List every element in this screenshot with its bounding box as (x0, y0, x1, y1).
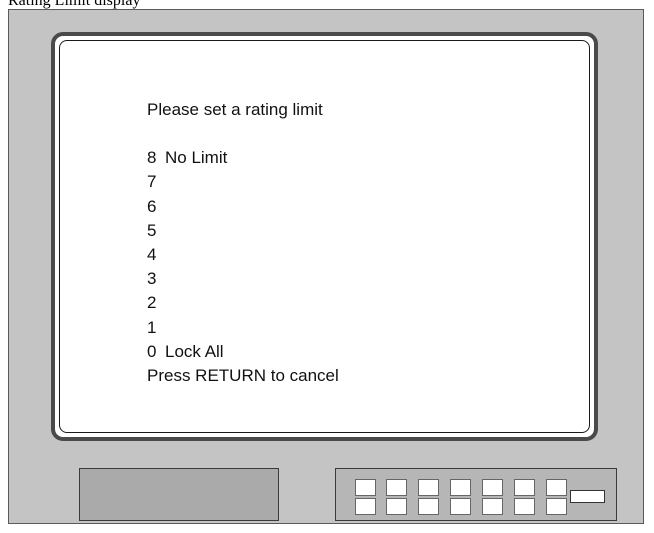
option-number: 0 (147, 341, 157, 361)
option-number: 4 (147, 245, 157, 265)
control-key[interactable] (514, 498, 535, 515)
control-key[interactable] (450, 498, 471, 515)
screen-bezel: Please set a rating limit 8 No Limit 7 6 … (51, 32, 598, 441)
control-key[interactable] (355, 479, 376, 496)
option-5[interactable]: 5 (147, 219, 339, 243)
control-key[interactable] (418, 479, 439, 496)
option-number: 3 (147, 269, 157, 289)
option-3[interactable]: 3 (147, 267, 339, 291)
control-key[interactable] (355, 498, 376, 515)
option-6[interactable]: 6 (147, 195, 339, 219)
option-7[interactable]: 7 (147, 170, 339, 194)
cancel-hint: Press RETURN to cancel (147, 366, 339, 386)
option-2[interactable]: 2 (147, 291, 339, 315)
control-key[interactable] (546, 498, 567, 515)
indicator-window (570, 490, 605, 503)
option-label: Lock All (165, 341, 224, 361)
option-number: 5 (147, 220, 157, 240)
tv-screen: Please set a rating limit 8 No Limit 7 6 … (59, 40, 590, 433)
option-number: 6 (147, 196, 157, 216)
control-key[interactable] (482, 498, 503, 515)
option-4[interactable]: 4 (147, 243, 339, 267)
control-key[interactable] (450, 479, 471, 496)
control-panel (335, 468, 617, 521)
control-key[interactable] (514, 479, 535, 496)
menu-title: Please set a rating limit (147, 100, 323, 119)
control-key[interactable] (418, 498, 439, 515)
tv-set: Please set a rating limit 8 No Limit 7 6 … (8, 9, 644, 524)
control-key[interactable] (386, 479, 407, 496)
control-key[interactable] (482, 479, 503, 496)
option-number: 1 (147, 317, 157, 337)
option-number: 7 (147, 172, 157, 192)
control-key[interactable] (386, 498, 407, 515)
option-8[interactable]: 8 No Limit (147, 146, 339, 170)
option-0[interactable]: 0 Lock All (147, 340, 339, 364)
control-key[interactable] (546, 479, 567, 496)
option-number: 8 (147, 148, 157, 168)
option-number: 2 (147, 293, 157, 313)
rating-limit-menu: Please set a rating limit 8 No Limit 7 6 … (147, 98, 339, 388)
option-label: No Limit (165, 148, 228, 168)
speaker-panel (79, 468, 279, 521)
option-1[interactable]: 1 (147, 316, 339, 340)
